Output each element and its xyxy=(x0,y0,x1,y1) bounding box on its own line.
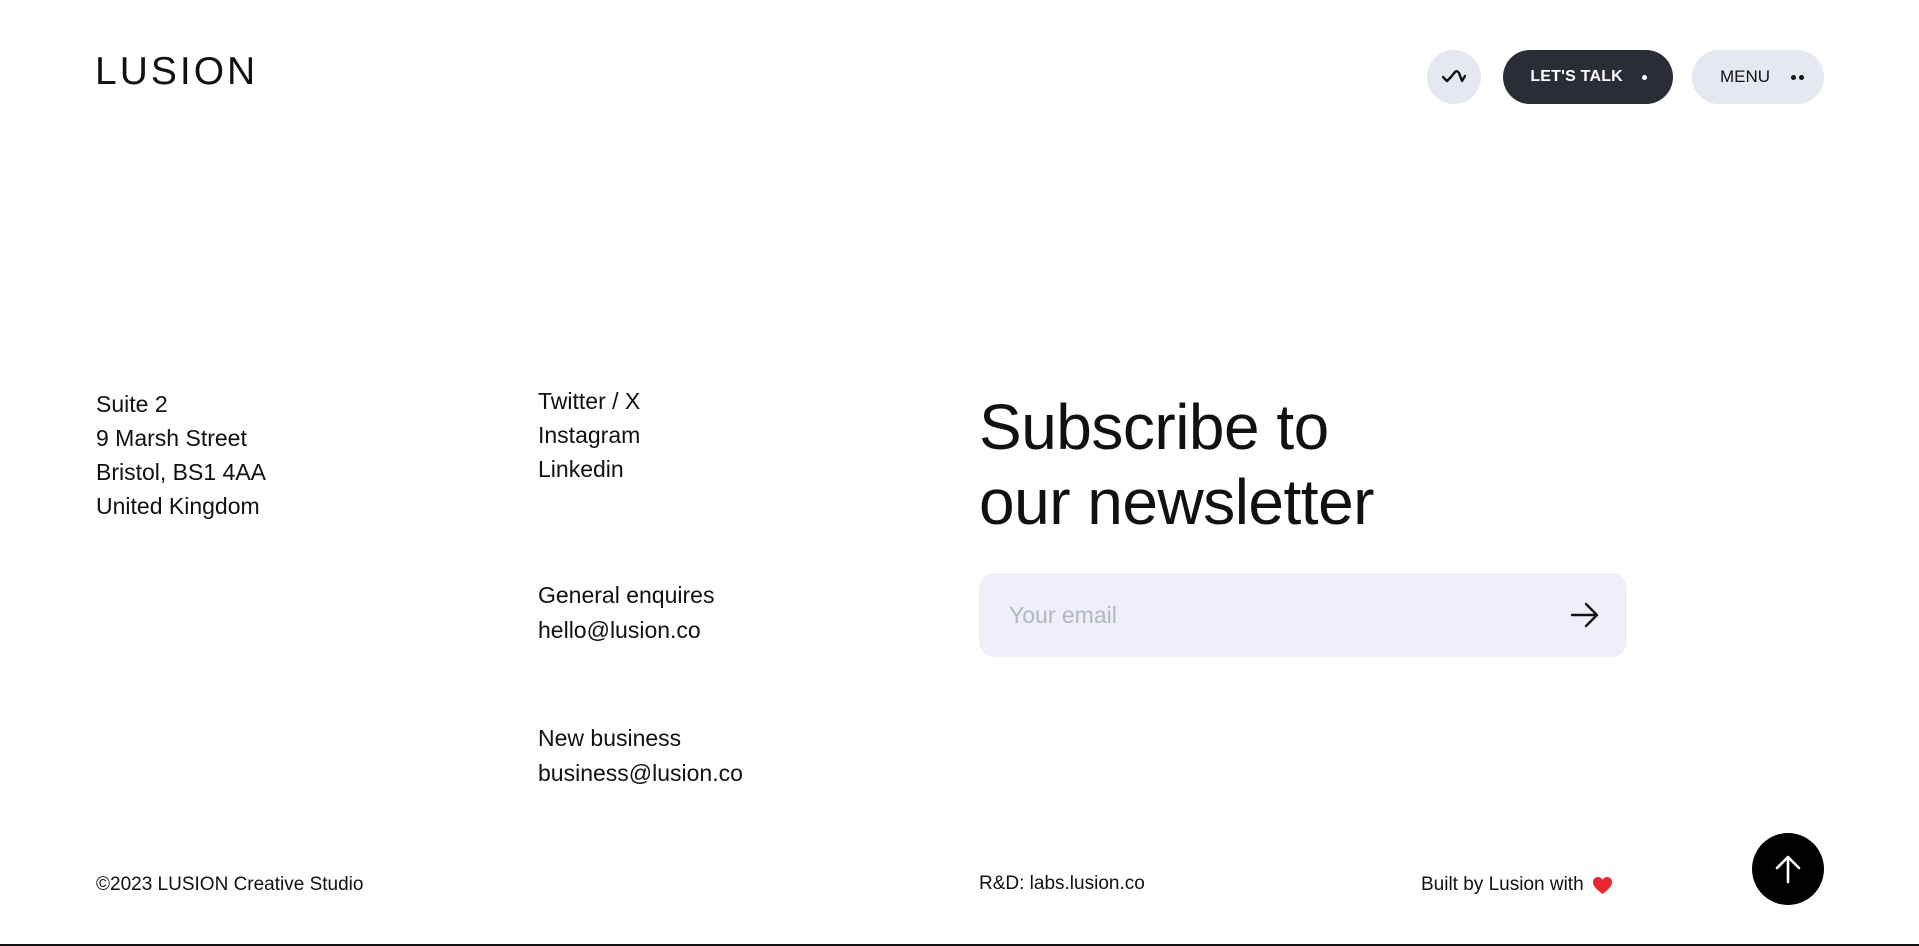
business-email-link[interactable]: business@lusion.co xyxy=(538,756,743,791)
general-enquiries-block: General enquires hello@lusion.co xyxy=(538,578,714,648)
social-links: Twitter / X Instagram Linkedin xyxy=(538,384,640,486)
rnd-link-wrap: R&D: labs.lusion.co xyxy=(979,873,1145,895)
menu-dots-icon xyxy=(1788,74,1804,80)
menu-label: MENU xyxy=(1719,67,1770,86)
address-line: Suite 2 xyxy=(96,391,168,417)
lets-talk-button[interactable]: LET'S TALK xyxy=(1503,50,1673,104)
twitter-link[interactable]: Twitter / X xyxy=(538,384,640,418)
sound-toggle-button[interactable] xyxy=(1427,50,1482,104)
built-by-text: Built by Lusion with xyxy=(1421,874,1613,896)
general-enquiries-label: General enquires xyxy=(538,582,715,608)
new-business-label: New business xyxy=(538,725,682,751)
newsletter-title-line: our newsletter xyxy=(979,466,1374,538)
sound-wave-icon xyxy=(1442,70,1467,83)
newsletter-form xyxy=(979,573,1627,657)
dot-icon xyxy=(1641,74,1647,80)
lusion-logo[interactable]: LUSION xyxy=(95,52,258,91)
heart-icon xyxy=(1592,876,1613,895)
address-block: Suite 2 9 Marsh Street Bristol, BS1 4AA … xyxy=(96,387,266,523)
lets-talk-label: LET'S TALK xyxy=(1530,68,1623,85)
header-actions: LET'S TALK MENU xyxy=(1427,50,1824,104)
address-line: Bristol, BS1 4AA xyxy=(96,459,267,485)
menu-button[interactable]: MENU xyxy=(1691,50,1824,104)
newsletter-title: Subscribe to our newsletter xyxy=(979,390,1374,540)
linkedin-link[interactable]: Linkedin xyxy=(538,452,640,486)
footer-page: LUSION LET'S TALK MENU Suite 2 9 Marsh S… xyxy=(0,0,1919,946)
new-business-block: New business business@lusion.co xyxy=(538,721,743,791)
built-by-label: Built by Lusion with xyxy=(1421,874,1584,895)
address-line: United Kingdom xyxy=(96,493,260,519)
general-email-link[interactable]: hello@lusion.co xyxy=(538,613,714,648)
arrow-right-icon xyxy=(1570,602,1599,628)
newsletter-title-line: Subscribe to xyxy=(979,391,1329,463)
email-input[interactable] xyxy=(979,573,1543,657)
instagram-link[interactable]: Instagram xyxy=(538,418,640,452)
arrow-up-icon xyxy=(1775,855,1801,884)
rnd-link[interactable]: R&D: labs.lusion.co xyxy=(979,873,1145,894)
address-line: 9 Marsh Street xyxy=(96,425,247,451)
copyright-text: ©2023 LUSION Creative Studio xyxy=(96,874,364,895)
scroll-to-top-button[interactable] xyxy=(1752,833,1824,905)
newsletter-submit-button[interactable] xyxy=(1543,573,1627,657)
